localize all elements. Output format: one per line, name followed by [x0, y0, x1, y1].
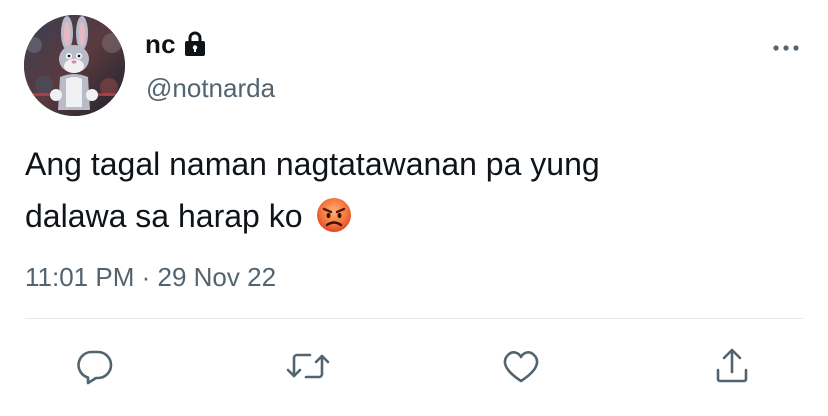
- user-handle[interactable]: @notnarda: [146, 73, 275, 104]
- tweet-text-line: Ang tagal naman nagtatawanan pa yung: [25, 146, 600, 182]
- more-options-icon[interactable]: [770, 36, 802, 60]
- share-icon: [716, 348, 748, 383]
- retweet-icon: [286, 353, 330, 379]
- tweet-text: Ang tagal naman nagtatawanan pa yung dal…: [25, 138, 805, 242]
- share-button[interactable]: [712, 346, 752, 386]
- tweet-timestamp[interactable]: 11:01 PM · 29 Nov 22: [25, 262, 276, 293]
- meta-separator: ·: [141, 262, 151, 292]
- retweet-button[interactable]: [286, 346, 330, 386]
- display-name-row: nc: [145, 28, 206, 60]
- reply-icon: [77, 350, 113, 385]
- heart-icon: [503, 351, 539, 383]
- tweet-time: 11:01 PM: [25, 262, 135, 292]
- like-button[interactable]: [500, 346, 540, 386]
- display-name[interactable]: nc: [145, 29, 176, 60]
- angry-face-emoji-icon: [315, 196, 353, 234]
- divider: [25, 318, 803, 319]
- lock-icon: [184, 31, 206, 57]
- reply-button[interactable]: [75, 346, 115, 386]
- avatar[interactable]: [24, 15, 125, 116]
- bugs-bunny-avatar-icon: [24, 15, 125, 116]
- tweet-text-line: dalawa sa harap ko: [25, 190, 805, 242]
- tweet-text-line-content: dalawa sa harap ko: [25, 198, 303, 234]
- tweet-card: nc @notnarda Ang tagal naman nagtatawana…: [0, 0, 828, 416]
- tweet-date: 29 Nov 22: [157, 262, 277, 292]
